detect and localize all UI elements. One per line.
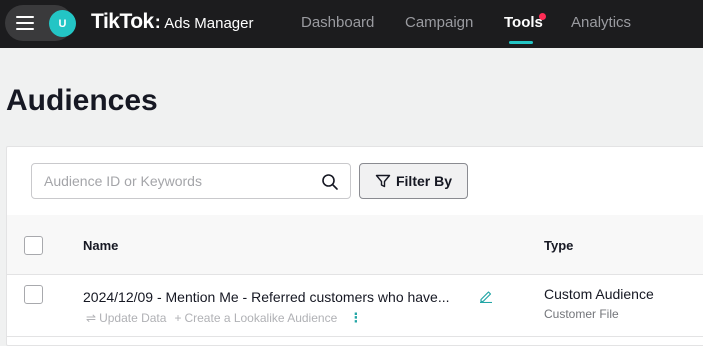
more-options-icon[interactable]: ⋮	[349, 310, 362, 326]
audience-type: Custom Audience	[544, 286, 654, 302]
top-navigation-bar: U TikTok: Ads Manager Dashboard Campaign…	[0, 0, 703, 48]
audience-name-link[interactable]: 2024/12/09 - Mention Me - Referred custo…	[83, 289, 450, 305]
active-tab-indicator	[509, 41, 533, 44]
column-header-name[interactable]: Name	[83, 238, 118, 253]
logo-sub-text: Ads Manager	[164, 15, 254, 32]
search-box[interactable]	[31, 163, 351, 199]
filter-by-button[interactable]: Filter By	[359, 163, 468, 199]
plus-icon: +	[174, 311, 182, 325]
nav-campaign[interactable]: Campaign	[405, 14, 473, 31]
notification-dot-icon	[539, 13, 546, 20]
nav-dashboard[interactable]: Dashboard	[301, 14, 374, 31]
hamburger-menu-icon[interactable]	[16, 16, 34, 30]
tiktok-ads-manager-logo[interactable]: TikTok: Ads Manager	[91, 10, 253, 34]
audience-subtype: Customer File	[544, 307, 619, 321]
row-actions: ⇌ Update Data + Create a Lookalike Audie…	[86, 310, 362, 326]
create-lookalike-action[interactable]: + Create a Lookalike Audience	[174, 311, 337, 325]
edit-pencil-icon[interactable]	[479, 289, 493, 303]
filter-icon	[375, 174, 391, 188]
search-input[interactable]	[32, 164, 312, 198]
page-title: Audiences	[6, 84, 158, 117]
update-data-action[interactable]: ⇌ Update Data	[86, 311, 166, 325]
create-lookalike-label: Create a Lookalike Audience	[184, 311, 338, 325]
row-divider	[7, 336, 703, 337]
nav-analytics[interactable]: Analytics	[571, 14, 631, 31]
swap-arrows-icon: ⇌	[86, 311, 97, 325]
row-checkbox[interactable]	[24, 285, 43, 304]
select-all-checkbox[interactable]	[24, 236, 43, 255]
column-header-type[interactable]: Type	[544, 238, 573, 253]
account-menu-button[interactable]: U	[5, 5, 76, 41]
search-icon[interactable]	[321, 173, 339, 191]
logo-main-text: TikTok	[91, 10, 154, 33]
nav-tools[interactable]: Tools	[504, 14, 543, 31]
avatar[interactable]: U	[49, 10, 76, 37]
update-data-label: Update Data	[99, 311, 167, 325]
filter-by-label: Filter By	[395, 173, 452, 189]
logo-colon: :	[154, 12, 161, 32]
